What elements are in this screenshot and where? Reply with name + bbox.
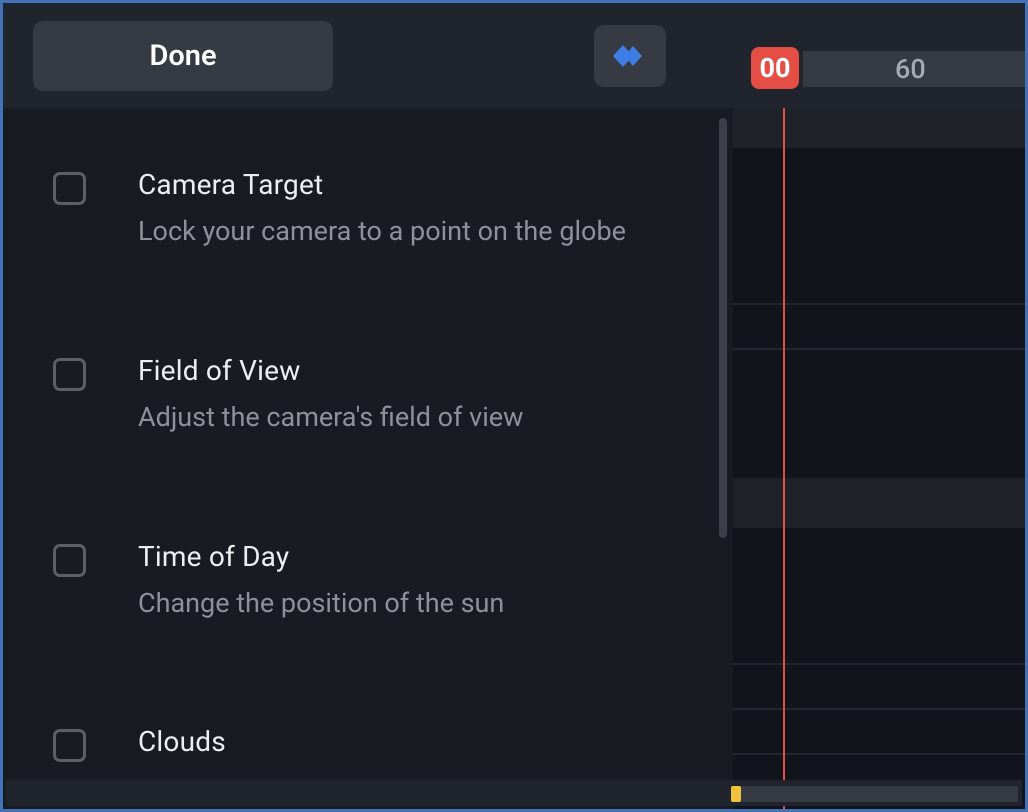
main-body: Camera Target Lock your camera to a poin… xyxy=(3,108,1025,809)
done-button[interactable]: Done xyxy=(33,21,333,91)
checkbox-camera-target[interactable] xyxy=(53,172,86,205)
option-text: Field of View Adjust the camera's field … xyxy=(138,354,703,435)
option-clouds: Clouds xyxy=(53,725,703,772)
option-camera-target: Camera Target Lock your camera to a poin… xyxy=(53,168,703,249)
option-text: Time of Day Change the position of the s… xyxy=(138,540,703,621)
bottom-bar xyxy=(6,780,1022,806)
option-field-of-view: Field of View Adjust the camera's field … xyxy=(53,354,703,435)
option-text: Clouds xyxy=(138,725,703,772)
option-title: Clouds xyxy=(138,725,703,758)
scrollbar-handle[interactable] xyxy=(731,786,741,802)
option-text: Camera Target Lock your camera to a poin… xyxy=(138,168,703,249)
checkbox-time-of-day[interactable] xyxy=(53,544,86,577)
toolbar: Done 00 60 xyxy=(3,3,1025,108)
timeline-horizontal-scrollbar[interactable] xyxy=(731,786,1018,802)
checkbox-clouds[interactable] xyxy=(53,729,86,762)
playhead[interactable] xyxy=(783,108,785,809)
timeline-track-divider xyxy=(733,348,1025,350)
current-time-marker[interactable]: 00 xyxy=(751,47,799,89)
timeline-track[interactable] xyxy=(733,478,1025,528)
timeline-track[interactable] xyxy=(733,108,1025,148)
options-scrollbar[interactable] xyxy=(719,118,727,538)
option-desc: Adjust the camera's field of view xyxy=(138,401,703,435)
checkbox-field-of-view[interactable] xyxy=(53,358,86,391)
timeline-panel[interactable] xyxy=(733,108,1025,809)
time-tick-60: 60 xyxy=(895,51,926,87)
options-panel: Camera Target Lock your camera to a poin… xyxy=(3,108,733,809)
timeline-track-divider xyxy=(733,708,1025,710)
keyframe-add-icon xyxy=(613,43,647,69)
option-title: Camera Target xyxy=(138,168,703,201)
add-keyframe-button[interactable] xyxy=(594,25,666,87)
app-frame: Done 00 60 Camera Target Lock your ca xyxy=(0,0,1028,812)
options-list: Camera Target Lock your camera to a poin… xyxy=(3,108,733,772)
timeline-track-divider xyxy=(733,663,1025,665)
option-desc: Change the position of the sun xyxy=(138,587,703,621)
option-desc: Lock your camera to a point on the globe xyxy=(138,215,703,249)
timeline-track-divider xyxy=(733,753,1025,755)
option-title: Field of View xyxy=(138,354,703,387)
option-time-of-day: Time of Day Change the position of the s… xyxy=(53,540,703,621)
option-title: Time of Day xyxy=(138,540,703,573)
timeline-track-divider xyxy=(733,303,1025,305)
